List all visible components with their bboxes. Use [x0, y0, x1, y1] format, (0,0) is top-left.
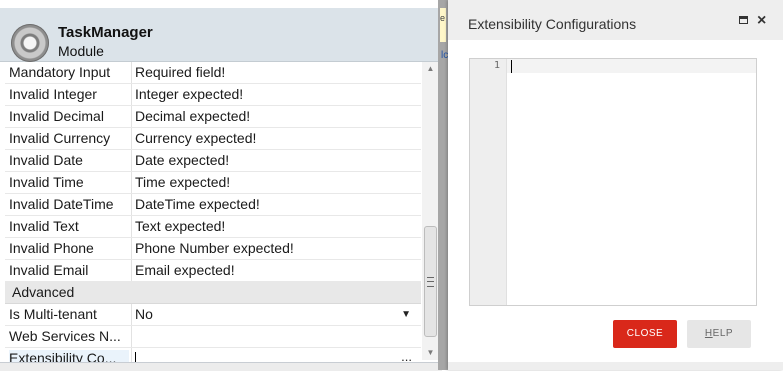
- property-value[interactable]: Time expected!: [131, 172, 419, 193]
- property-name: Invalid Currency: [9, 130, 111, 146]
- dialog-header: Extensibility Configurations ×: [448, 0, 783, 44]
- background-banner-fragment: e: [440, 8, 446, 42]
- property-row[interactable]: Mandatory Input Required field!: [5, 62, 421, 84]
- dropdown-arrow-icon[interactable]: ▼: [401, 304, 411, 325]
- property-name: Invalid Decimal: [9, 108, 104, 124]
- multi-tenant-select[interactable]: No ▼: [131, 304, 419, 325]
- property-name: Invalid Email: [9, 262, 89, 278]
- property-name: Invalid Phone: [9, 240, 94, 256]
- property-value[interactable]: DateTime expected!: [131, 194, 419, 215]
- module-subtitle: Module: [58, 43, 104, 59]
- scroll-up-icon[interactable]: ▲: [422, 62, 439, 76]
- close-icon[interactable]: ×: [757, 11, 766, 31]
- dialog-body: 1 CLOSE HELP: [448, 40, 783, 362]
- section-header-advanced[interactable]: Advanced: [5, 282, 421, 304]
- editor-cursor: [511, 60, 512, 73]
- active-line-highlight: [507, 59, 756, 73]
- scroll-down-icon[interactable]: ▼: [422, 346, 439, 360]
- property-row[interactable]: Invalid Text Text expected!: [5, 216, 421, 238]
- property-row-multi-tenant[interactable]: Is Multi-tenant No ▼: [5, 304, 421, 326]
- web-services-value[interactable]: [131, 326, 419, 347]
- module-disc-icon: [11, 24, 49, 62]
- line-number: 1: [493, 60, 500, 71]
- property-name: Web Services N...: [9, 328, 121, 344]
- property-value[interactable]: Email expected!: [131, 260, 419, 281]
- property-row[interactable]: Invalid Integer Integer expected!: [5, 84, 421, 106]
- grip-icon: [427, 277, 434, 287]
- property-row[interactable]: Invalid Date Date expected!: [5, 150, 421, 172]
- property-name: Invalid Time: [9, 174, 84, 190]
- properties-panel: TaskManager Module Mandatory Input Requir…: [0, 0, 442, 371]
- line-gutter: 1: [470, 59, 507, 305]
- property-name: Is Multi-tenant: [9, 306, 97, 322]
- help-label-rest: ELP: [712, 328, 734, 339]
- dialog-title: Extensibility Configurations: [468, 16, 637, 32]
- property-name: Invalid Text: [9, 218, 79, 234]
- scrollbar-thumb[interactable]: [424, 226, 437, 337]
- property-value[interactable]: Decimal expected!: [131, 106, 419, 127]
- property-name: Mandatory Input: [9, 64, 111, 80]
- property-name: Invalid DateTime: [9, 196, 114, 212]
- vertical-scrollbar[interactable]: ▲ ▼: [422, 62, 439, 360]
- help-label-underlined: H: [704, 328, 713, 339]
- property-value[interactable]: Date expected!: [131, 150, 419, 171]
- property-name: Invalid Integer: [9, 86, 97, 102]
- property-row[interactable]: Invalid DateTime DateTime expected!: [5, 194, 421, 216]
- property-value[interactable]: Phone Number expected!: [131, 238, 419, 259]
- code-editor[interactable]: 1: [469, 58, 757, 306]
- close-button[interactable]: CLOSE: [613, 320, 677, 348]
- property-row[interactable]: Invalid Phone Phone Number expected!: [5, 238, 421, 260]
- property-row[interactable]: Invalid Decimal Decimal expected!: [5, 106, 421, 128]
- property-value[interactable]: Text expected!: [131, 216, 419, 237]
- property-row[interactable]: Invalid Email Email expected!: [5, 260, 421, 282]
- property-row[interactable]: Invalid Currency Currency expected!: [5, 128, 421, 150]
- property-row-web-services[interactable]: Web Services N...: [5, 326, 421, 348]
- property-name: Invalid Date: [9, 152, 83, 168]
- property-grid: Mandatory Input Required field! Invalid I…: [5, 62, 421, 370]
- maximize-icon[interactable]: [739, 16, 748, 24]
- module-header: TaskManager Module: [0, 8, 442, 62]
- multi-tenant-value: No: [135, 306, 153, 322]
- property-row[interactable]: Invalid Time Time expected!: [5, 172, 421, 194]
- background-fragment-text: e: [440, 13, 446, 23]
- module-title: TaskManager: [58, 24, 153, 41]
- extensibility-dialog: Extensibility Configurations × 1 CLOSE H…: [448, 0, 783, 370]
- help-button[interactable]: HELP: [687, 320, 751, 348]
- property-value[interactable]: Currency expected!: [131, 128, 419, 149]
- property-value[interactable]: Integer expected!: [131, 84, 419, 105]
- property-value[interactable]: Required field!: [131, 62, 419, 83]
- section-label: Advanced: [12, 284, 75, 300]
